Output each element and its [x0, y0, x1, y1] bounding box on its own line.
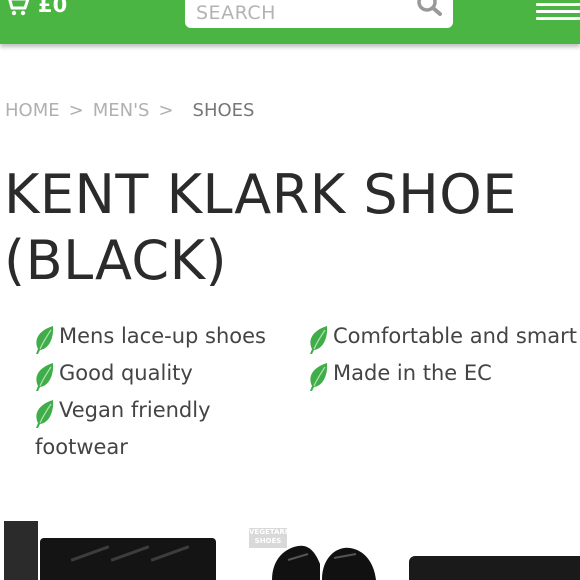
feature-text: Vegan friendly — [59, 398, 211, 422]
product-thumbnail-1[interactable] — [40, 538, 216, 580]
product-thumbnail-2[interactable] — [268, 540, 378, 580]
breadcrumb: HOME > MEN'S > SHOES — [5, 100, 254, 121]
hamburger-menu-icon[interactable] — [536, 0, 580, 24]
feature-list-right: Comfortable and smart Made in the EC — [307, 318, 577, 392]
leaf-icon — [36, 400, 54, 428]
feature-text: Made in the EC — [333, 361, 492, 385]
site-header: £0 — [0, 0, 580, 44]
search-box — [185, 0, 453, 28]
breadcrumb-separator: > — [68, 100, 84, 121]
breadcrumb-mens-link[interactable]: MEN'S — [93, 100, 150, 121]
breadcrumb-home-link[interactable]: HOME — [5, 100, 60, 121]
product-thumbnail-3[interactable] — [409, 556, 580, 580]
product-title: KENT KLARK SHOE (BLACK) — [4, 163, 517, 292]
shopping-cart-icon — [8, 0, 30, 16]
cart-total: £0 — [38, 0, 68, 17]
feature-text-continued: footwear — [35, 435, 128, 459]
breadcrumb-current: SHOES — [192, 100, 255, 121]
leaf-icon — [36, 363, 54, 391]
feature-item: Made in the EC — [307, 355, 577, 392]
feature-text: Good quality — [59, 361, 193, 385]
cart-button[interactable]: £0 — [4, 0, 67, 17]
breadcrumb-separator: > — [158, 100, 174, 121]
feature-item: Comfortable and smart — [307, 318, 577, 355]
feature-list-left: Mens lace-up shoes Good quality Vegan fr… — [33, 318, 266, 466]
leaf-icon — [36, 326, 54, 354]
search-input[interactable] — [196, 0, 409, 28]
thumbnail-scroll-handle[interactable] — [4, 521, 38, 580]
product-thumbnails: VEGETARIAN SHOES — [0, 518, 580, 580]
search-icon[interactable] — [417, 0, 443, 16]
leaf-icon — [310, 326, 328, 354]
leaf-icon — [310, 363, 328, 391]
feature-text: Comfortable and smart — [333, 324, 578, 348]
feature-item: Mens lace-up shoes — [33, 318, 266, 355]
feature-text: Mens lace-up shoes — [59, 324, 266, 348]
feature-item: Vegan friendly — [33, 392, 266, 429]
feature-item: Good quality — [33, 355, 266, 392]
